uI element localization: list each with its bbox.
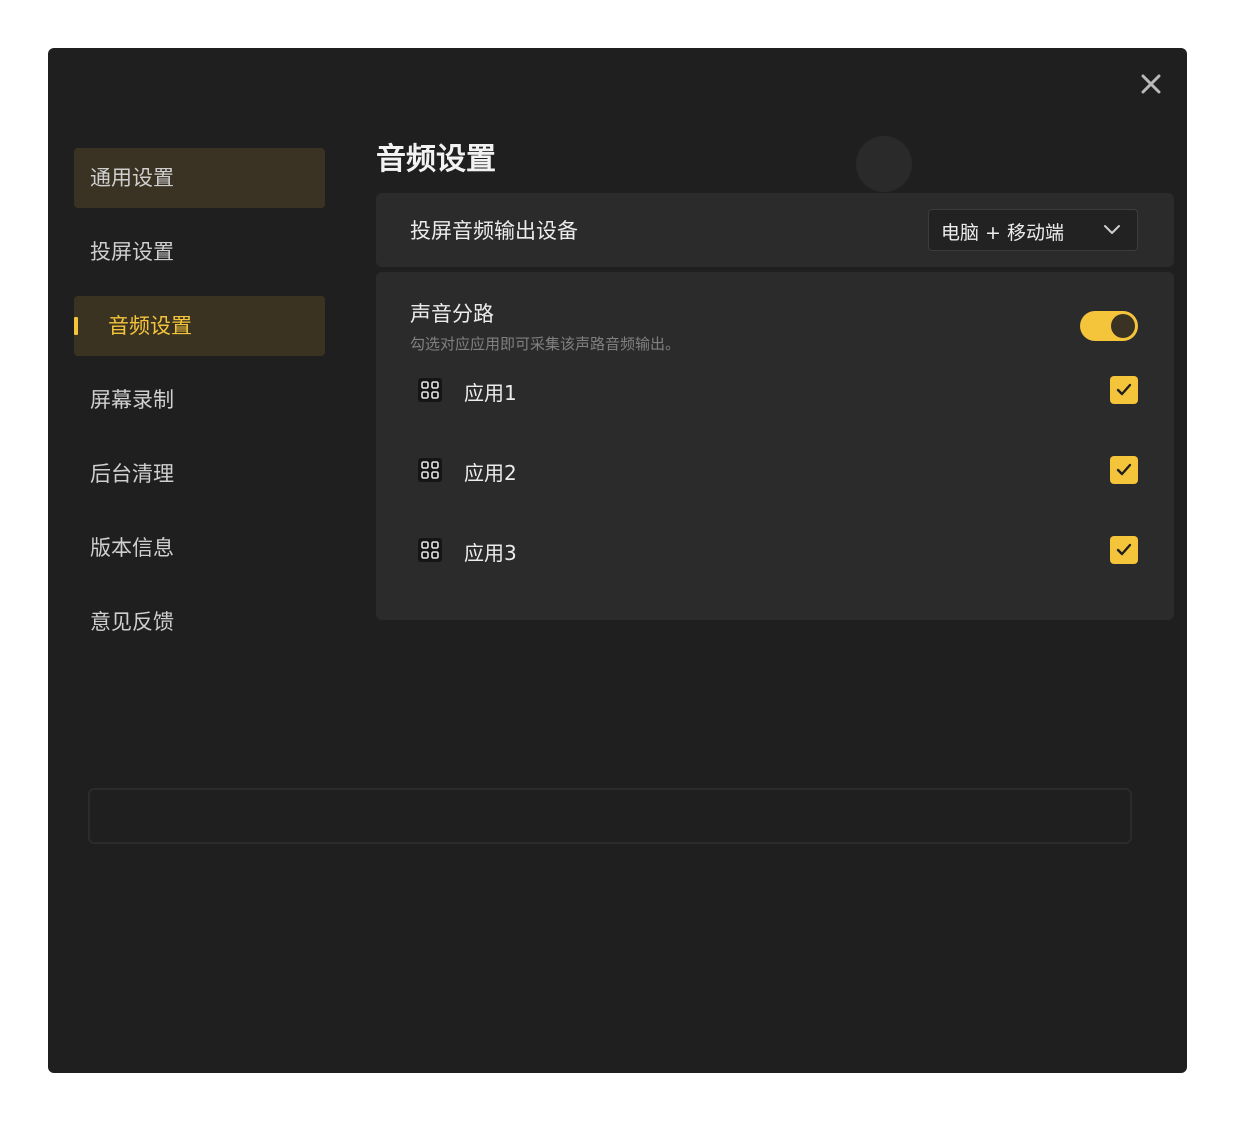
close-button[interactable] [1135, 68, 1167, 100]
audio-routing-title: 声音分路 [410, 302, 494, 326]
nav-item-feedback[interactable]: 意见反馈 [74, 592, 325, 652]
page-title: 音频设置 [376, 142, 496, 177]
app-checkbox[interactable] [1110, 376, 1138, 404]
nav-item-audio[interactable]: 音频设置 [74, 296, 325, 356]
audio-output-label: 投屏音频输出设备 [410, 219, 578, 243]
audio-routing-toggle[interactable] [1080, 311, 1138, 341]
audio-output-card: 投屏音频输出设备 电脑 + 移动端 [376, 193, 1174, 267]
app-row: 应用1 [410, 370, 1138, 410]
settings-dialog: 通用设置 投屏设置 音频设置 屏幕录制 后台清理 版本信息 意见反馈 音频设置 … [48, 48, 1187, 1073]
audio-routing-card: 声音分路 勾选对应应用即可采集该声路音频输出。 应用1 应用2 应用3 [376, 272, 1174, 620]
nav-item-label: 版本信息 [90, 536, 174, 560]
app-checkbox[interactable] [1110, 536, 1138, 564]
check-icon [1116, 383, 1132, 396]
nav-item-general[interactable]: 通用设置 [74, 148, 325, 208]
settings-sidebar: 通用设置 投屏设置 音频设置 屏幕录制 后台清理 版本信息 意见反馈 [74, 148, 325, 666]
app-name: 应用3 [464, 541, 517, 565]
app-name: 应用2 [464, 461, 517, 485]
chevron-down-icon [1104, 225, 1120, 234]
app-name: 应用1 [464, 381, 517, 405]
nav-item-label: 音频设置 [108, 314, 192, 338]
background-avatar [856, 136, 912, 192]
app-grid-icon [418, 538, 442, 562]
toggle-knob [1111, 314, 1135, 338]
audio-routing-description: 勾选对应应用即可采集该声路音频输出。 [410, 335, 681, 353]
nav-item-label: 投屏设置 [90, 240, 174, 264]
nav-item-label: 后台清理 [90, 462, 174, 486]
nav-item-background-cleanup[interactable]: 后台清理 [74, 444, 325, 504]
close-icon [1141, 74, 1161, 94]
nav-item-casting[interactable]: 投屏设置 [74, 222, 325, 282]
audio-output-value: 电脑 + 移动端 [941, 222, 1064, 244]
app-row: 应用3 [410, 530, 1138, 570]
nav-item-screen-recording[interactable]: 屏幕录制 [74, 370, 325, 430]
nav-item-label: 屏幕录制 [90, 388, 174, 412]
check-icon [1116, 463, 1132, 476]
app-grid-icon [418, 458, 442, 482]
app-checkbox[interactable] [1110, 456, 1138, 484]
app-grid-icon [418, 378, 442, 402]
nav-item-label: 意见反馈 [90, 610, 174, 634]
nav-item-label: 通用设置 [90, 166, 174, 190]
nav-item-version-info[interactable]: 版本信息 [74, 518, 325, 578]
background-device-card [88, 788, 1132, 844]
audio-output-select[interactable]: 电脑 + 移动端 [928, 209, 1138, 251]
check-icon [1116, 543, 1132, 556]
app-row: 应用2 [410, 450, 1138, 490]
